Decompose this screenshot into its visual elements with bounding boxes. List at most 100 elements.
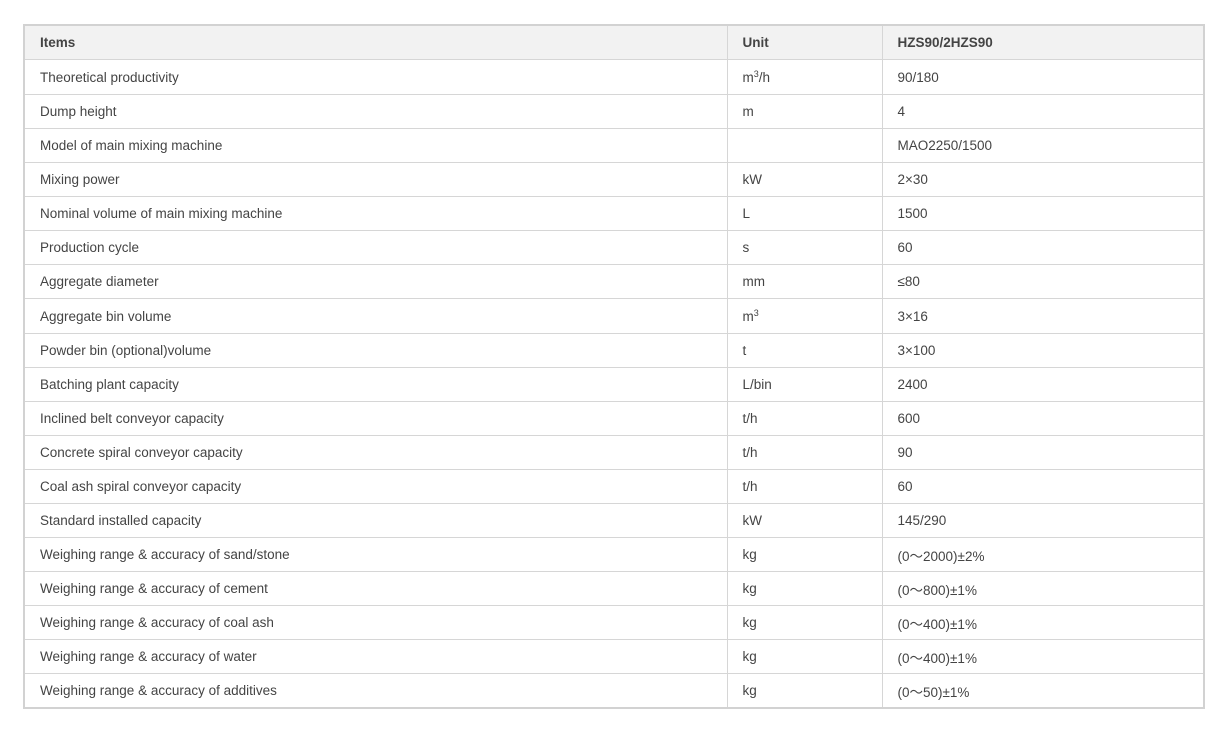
unit-tail: /h (758, 69, 771, 85)
table-row: Nominal volume of main mixing machine L 15… (23, 196, 1205, 231)
table-row: Standard installed capacity kW 145/290 (23, 503, 1205, 538)
spec-table: Items Unit HZS90/2HZS90 Theoretical prod… (23, 24, 1205, 709)
unit-cell: kg (726, 571, 883, 606)
value-cell: 1500 (881, 196, 1205, 231)
unit-base: m (742, 308, 754, 324)
header-unit: Unit (726, 24, 883, 60)
value-cell: 90/180 (881, 59, 1205, 95)
item-cell: Standard installed capacity (23, 503, 728, 538)
unit-base: kW (742, 513, 763, 528)
unit-base: t/h (742, 479, 758, 494)
value-cell: 90 (881, 435, 1205, 470)
item-cell: Aggregate bin volume (23, 298, 728, 334)
header-model: HZS90/2HZS90 (881, 24, 1205, 60)
table-row: Production cycle s 60 (23, 230, 1205, 265)
unit-superscript: 3 (753, 307, 759, 318)
item-cell: Production cycle (23, 230, 728, 265)
unit-cell: t/h (726, 435, 883, 470)
value-cell: 3×16 (881, 298, 1205, 334)
unit-cell: t/h (726, 401, 883, 436)
item-cell: Theoretical productivity (23, 59, 728, 95)
unit-base: m (742, 69, 754, 85)
table-row: Weighing range & accuracy of additives kg… (23, 673, 1205, 709)
value-cell: (0～800)±1% (881, 571, 1205, 606)
unit-base: kg (742, 615, 757, 630)
value-cell: (0～2000)±2% (881, 537, 1205, 572)
item-cell: Mixing power (23, 162, 728, 197)
unit-base: kg (742, 649, 757, 664)
unit-cell: L (726, 196, 883, 231)
unit-base: mm (742, 274, 766, 289)
unit-base: kg (742, 683, 757, 698)
unit-base: L/bin (742, 377, 772, 392)
item-cell: Aggregate diameter (23, 264, 728, 299)
unit-base: kg (742, 581, 757, 596)
unit-cell: kg (726, 537, 883, 572)
unit-base: kg (742, 547, 757, 562)
table-row: Weighing range & accuracy of sand/stone k… (23, 537, 1205, 572)
table-row: Coal ash spiral conveyor capacity t/h 60 (23, 469, 1205, 504)
item-cell: Nominal volume of main mixing machine (23, 196, 728, 231)
unit-cell: s (726, 230, 883, 265)
item-cell: Dump height (23, 94, 728, 129)
table-row: Concrete spiral conveyor capacity t/h 90 (23, 435, 1205, 470)
value-cell: 3×100 (881, 333, 1205, 368)
item-cell: Weighing range & accuracy of water (23, 639, 728, 674)
unit-cell: mm (726, 264, 883, 299)
value-cell: 2×30 (881, 162, 1205, 197)
spec-table-body: Theoretical productivity m3/h 90/180 Dump h… (23, 59, 1205, 709)
unit-cell: t (726, 333, 883, 368)
table-row: Weighing range & accuracy of water kg (0～4… (23, 639, 1205, 674)
item-cell: Weighing range & accuracy of additives (23, 673, 728, 709)
value-cell: (0～400)±1% (881, 639, 1205, 674)
table-row: Weighing range & accuracy of coal ash kg (… (23, 605, 1205, 640)
item-cell: Weighing range & accuracy of cement (23, 571, 728, 606)
header-row: Items Unit HZS90/2HZS90 (23, 24, 1205, 60)
item-cell: Weighing range & accuracy of sand/stone (23, 537, 728, 572)
unit-base: t (742, 343, 747, 358)
item-cell: Batching plant capacity (23, 367, 728, 402)
unit-cell: kg (726, 639, 883, 674)
value-cell: ≤80 (881, 264, 1205, 299)
value-cell: 2400 (881, 367, 1205, 402)
table-row: Theoretical productivity m3/h 90/180 (23, 59, 1205, 95)
table-row: Inclined belt conveyor capacity t/h 600 (23, 401, 1205, 436)
table-row: Dump height m 4 (23, 94, 1205, 129)
unit-cell (726, 128, 883, 163)
table-row: Batching plant capacity L/bin 2400 (23, 367, 1205, 402)
item-cell: Inclined belt conveyor capacity (23, 401, 728, 436)
value-cell: 60 (881, 230, 1205, 265)
table-row: Model of main mixing machine MAO2250/1500 (23, 128, 1205, 163)
table-row: Mixing power kW 2×30 (23, 162, 1205, 197)
value-cell: (0～50)±1% (881, 673, 1205, 709)
header-items: Items (23, 24, 728, 60)
unit-cell: kW (726, 162, 883, 197)
item-cell: Coal ash spiral conveyor capacity (23, 469, 728, 504)
item-cell: Weighing range & accuracy of coal ash (23, 605, 728, 640)
item-cell: Concrete spiral conveyor capacity (23, 435, 728, 470)
unit-base: m (742, 104, 754, 119)
table-row: Weighing range & accuracy of cement kg (0～… (23, 571, 1205, 606)
unit-base: kW (742, 172, 763, 187)
unit-cell: kg (726, 673, 883, 709)
unit-cell: m3 (726, 298, 883, 334)
table-row: Aggregate diameter mm ≤80 (23, 264, 1205, 299)
unit-base: L (742, 206, 751, 221)
unit-cell: m3/h (726, 59, 883, 95)
value-cell: (0～400)±1% (881, 605, 1205, 640)
unit-base: t/h (742, 445, 758, 460)
value-cell: 4 (881, 94, 1205, 129)
value-cell: 145/290 (881, 503, 1205, 538)
unit-cell: m (726, 94, 883, 129)
unit-cell: L/bin (726, 367, 883, 402)
spec-table-container: Items Unit HZS90/2HZS90 Theoretical prod… (23, 24, 1205, 709)
item-cell: Powder bin (optional)volume (23, 333, 728, 368)
unit-base: t/h (742, 411, 758, 426)
item-cell: Model of main mixing machine (23, 128, 728, 163)
unit-cell: t/h (726, 469, 883, 504)
spec-table-header: Items Unit HZS90/2HZS90 (23, 24, 1205, 60)
table-row: Aggregate bin volume m3 3×16 (23, 298, 1205, 334)
table-row: Powder bin (optional)volume t 3×100 (23, 333, 1205, 368)
value-cell: 60 (881, 469, 1205, 504)
unit-cell: kg (726, 605, 883, 640)
